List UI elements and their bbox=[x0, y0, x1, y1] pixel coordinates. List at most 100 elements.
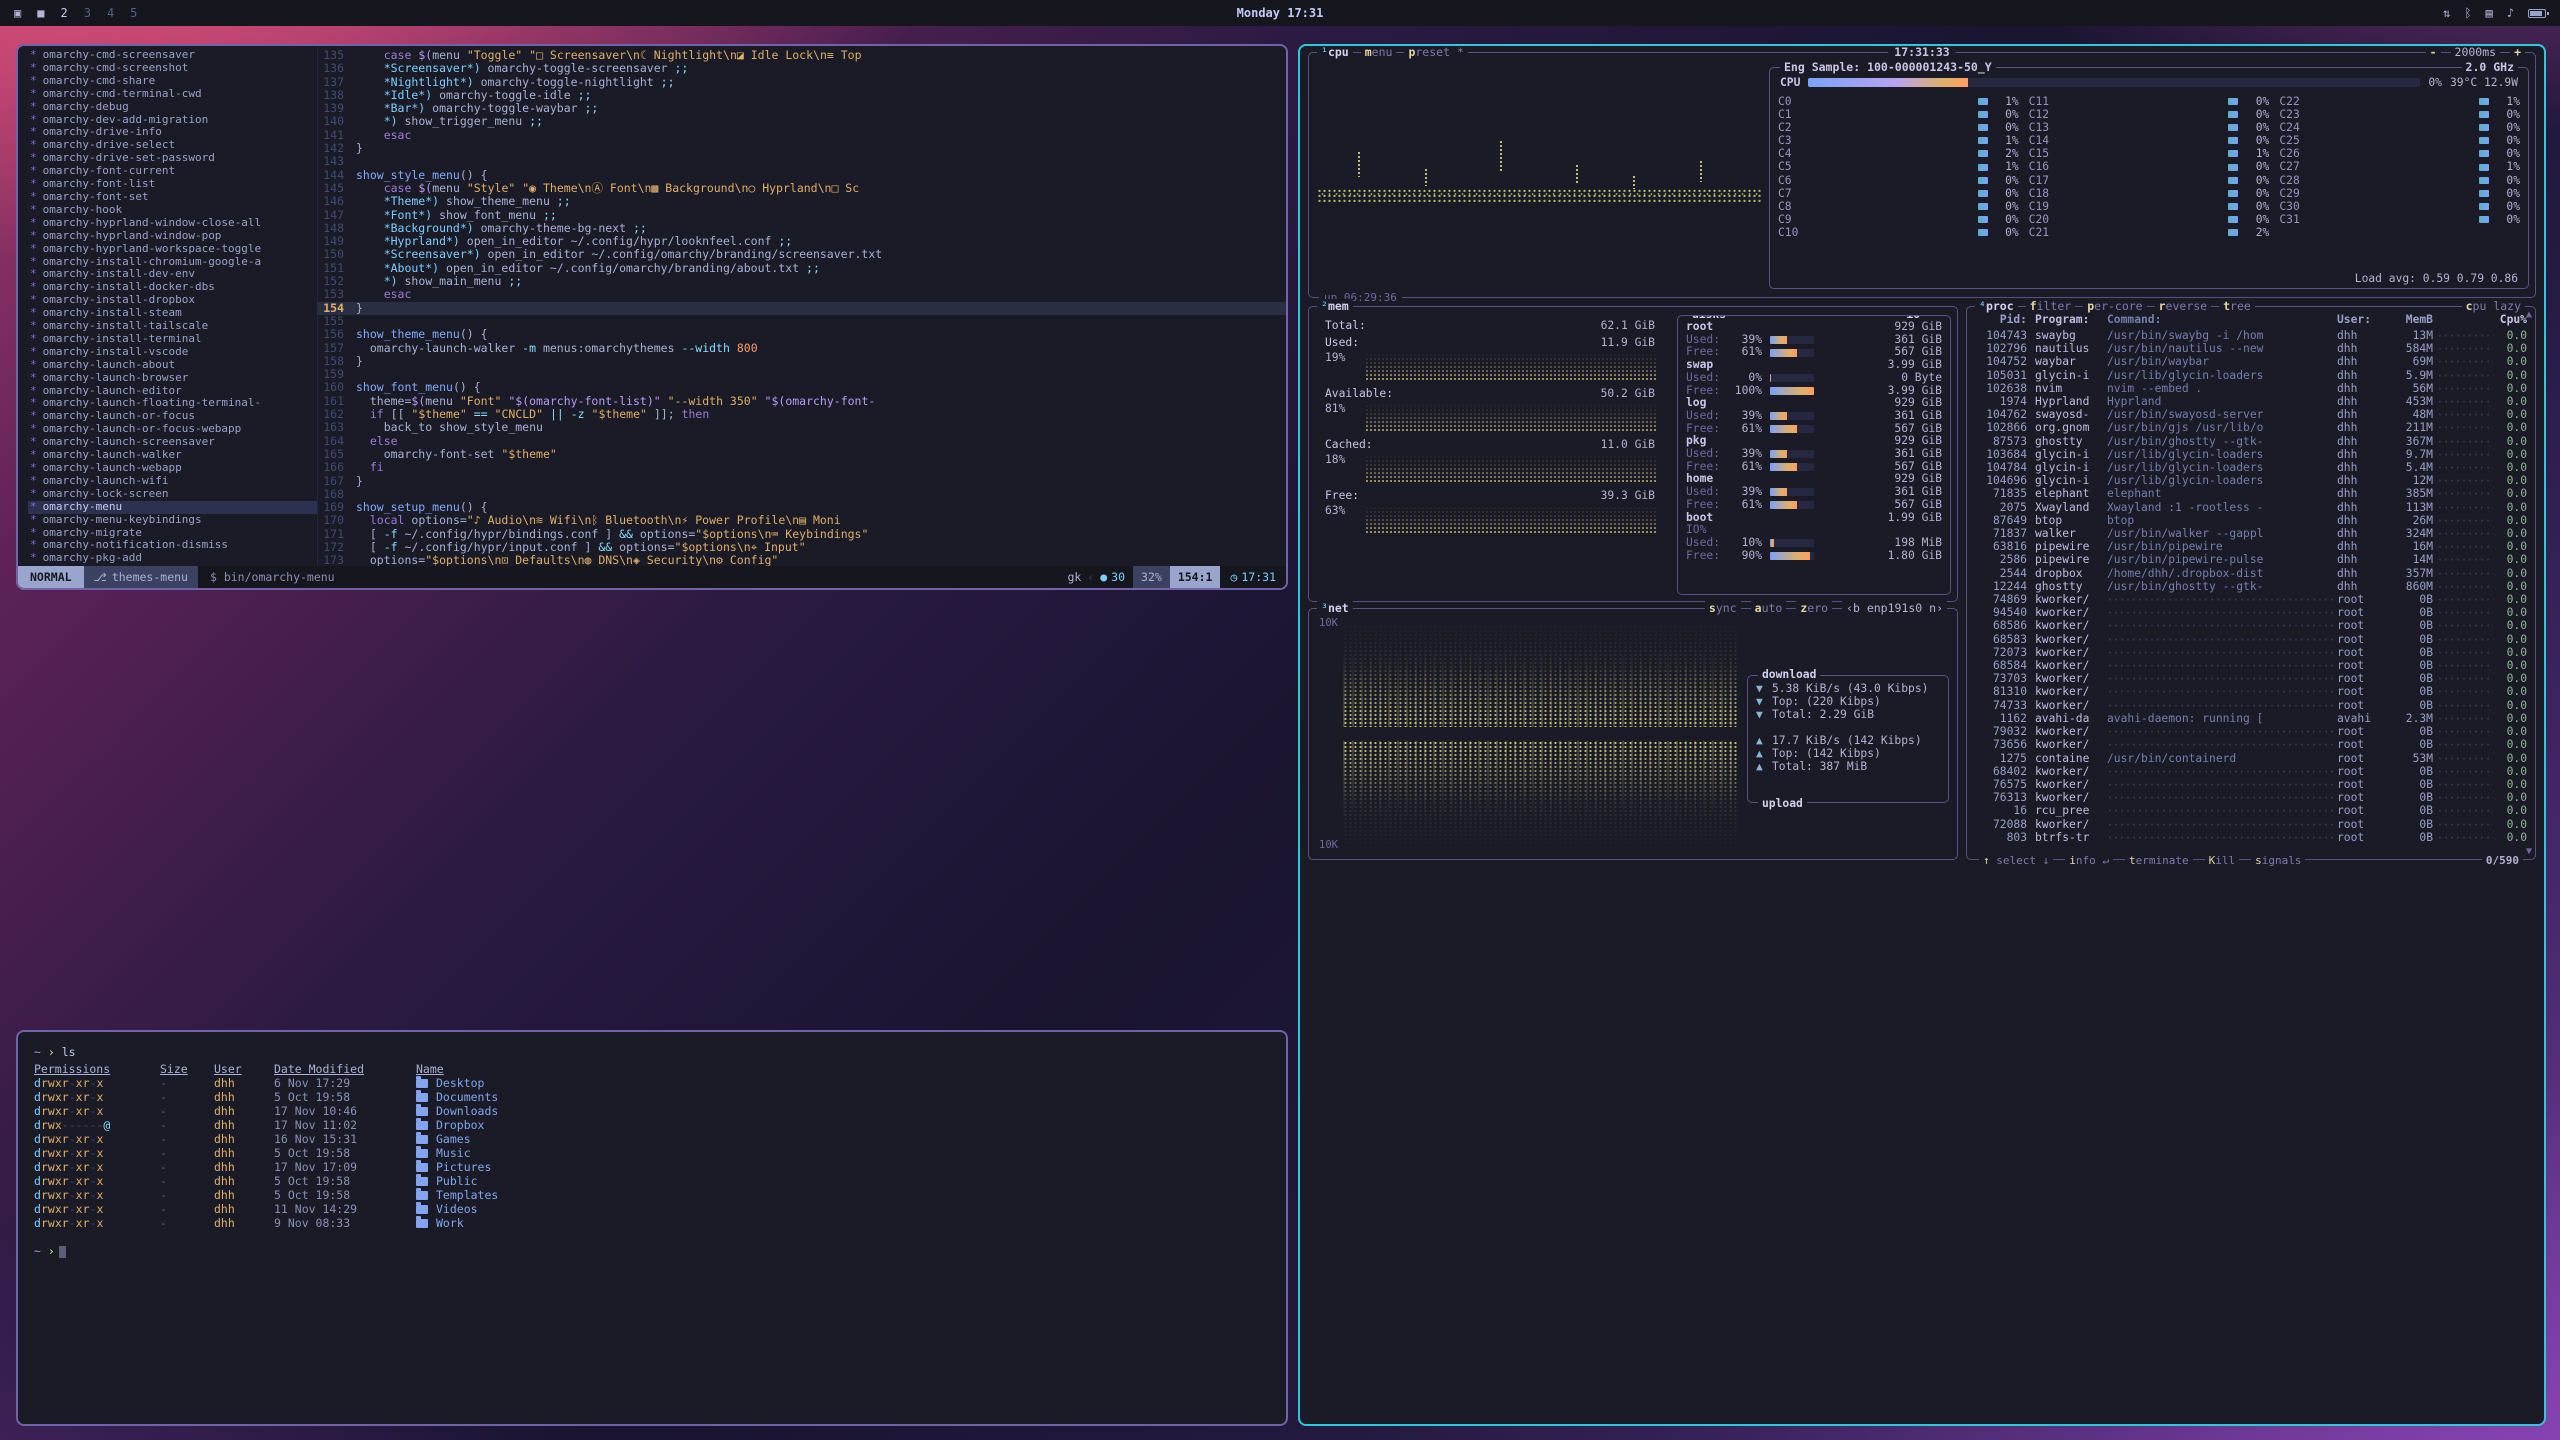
process-row[interactable]: 63816 pipewire /usr/bin/pipewire dhh 16M… bbox=[1975, 540, 2527, 553]
process-row[interactable]: 803 btrfs-tr root 0B 0.0 bbox=[1975, 831, 2527, 844]
code-line[interactable]: 161 theme=$(menu "Font" "$(omarchy-font-… bbox=[318, 395, 1286, 408]
keybind-hint[interactable]: terminate bbox=[2125, 854, 2193, 867]
net-auto-button[interactable]: auto bbox=[1751, 601, 1787, 615]
code-line[interactable]: 137 *Nightlight*) omarchy-toggle-nightli… bbox=[318, 76, 1286, 89]
keybind-hint[interactable]: signals bbox=[2251, 854, 2305, 867]
process-row[interactable]: 104762 swayosd- /usr/bin/swayosd-server … bbox=[1975, 408, 2527, 421]
process-row[interactable]: 74869 kworker/ root 0B 0.0 bbox=[1975, 593, 2527, 606]
process-row[interactable]: 104696 glycin-i /usr/lib/glycin-loaders … bbox=[1975, 474, 2527, 487]
sort-selector[interactable]: cpu lazy bbox=[2462, 299, 2525, 313]
process-row[interactable]: 68583 kworker/ root 0B 0.0 bbox=[1975, 633, 2527, 646]
disk-name-row[interactable]: swap3.99 GiB bbox=[1686, 359, 1942, 372]
bluetooth-icon[interactable]: ᛒ bbox=[2464, 6, 2471, 20]
code-line[interactable]: 172 [ -f ~/.config/hypr/input.conf ] && … bbox=[318, 541, 1286, 554]
cpu-header[interactable]: Cpu% bbox=[2497, 313, 2527, 326]
network-icon[interactable]: ⇅ bbox=[2443, 6, 2450, 20]
code-line[interactable]: 139 *Bar*) omarchy-toggle-waybar ;; bbox=[318, 102, 1286, 115]
process-row[interactable]: 76313 kworker/ root 0B 0.0 bbox=[1975, 791, 2527, 804]
process-row[interactable]: 1275 containe /usr/bin/containerd root 5… bbox=[1975, 752, 2527, 765]
process-row[interactable]: 73656 kworker/ root 0B 0.0 bbox=[1975, 738, 2527, 751]
workspace-number[interactable]: 3 bbox=[84, 6, 91, 20]
keybind-hint[interactable]: Kill bbox=[2205, 854, 2240, 867]
process-row[interactable]: 72073 kworker/ root 0B 0.0 bbox=[1975, 646, 2527, 659]
menu-button[interactable]: menu bbox=[1361, 45, 1397, 59]
process-row[interactable]: 71835 elephant elephant dhh 385M 0.0 bbox=[1975, 487, 2527, 500]
code-line[interactable]: 158} bbox=[318, 355, 1286, 368]
battery-icon[interactable] bbox=[2528, 9, 2546, 18]
keybind-hint[interactable]: info ↵ bbox=[2065, 854, 2113, 867]
code-line[interactable]: 147 *Font*) show_font_menu ;; bbox=[318, 209, 1286, 222]
process-row[interactable]: 2544 dropbox /home/dhh/.dropbox-dist dhh… bbox=[1975, 567, 2527, 580]
code-line[interactable]: 141 esac bbox=[318, 129, 1286, 142]
code-line[interactable]: 163 back_to show_style_menu bbox=[318, 421, 1286, 434]
code-editor-pane[interactable]: 135 case $(menu "Toggle" "□ Screensaver\… bbox=[318, 46, 1286, 566]
preset-button[interactable]: preset * bbox=[1404, 45, 1467, 59]
scroll-up-icon[interactable]: ▲ bbox=[2526, 309, 2532, 320]
code-line[interactable]: 168 bbox=[318, 488, 1286, 501]
code-line[interactable]: 160show_font_menu() { bbox=[318, 381, 1286, 394]
code-line[interactable]: 167} bbox=[318, 475, 1286, 488]
disk-name-row[interactable]: root929 GiB bbox=[1686, 321, 1942, 334]
process-row[interactable]: 104784 glycin-i /usr/lib/glycin-loaders … bbox=[1975, 461, 2527, 474]
process-row[interactable]: 12244 ghostty /usr/bin/ghostty --gtk- dh… bbox=[1975, 580, 2527, 593]
process-row[interactable]: 87573 ghostty /usr/bin/ghostty --gtk- dh… bbox=[1975, 435, 2527, 448]
filter-button[interactable]: filter bbox=[2026, 299, 2076, 313]
code-line[interactable]: 153 esac bbox=[318, 288, 1286, 301]
user-header[interactable]: User: bbox=[2337, 313, 2389, 326]
scroll-down-icon[interactable]: ▼ bbox=[2526, 846, 2532, 857]
process-row[interactable]: 104752 waybar /usr/bin/waybar dhh 69M 0.… bbox=[1975, 355, 2527, 368]
process-row[interactable]: 68402 kworker/ root 0B 0.0 bbox=[1975, 765, 2527, 778]
code-line[interactable]: 138 *Idle*) omarchy-toggle-idle ;; bbox=[318, 89, 1286, 102]
process-row[interactable]: 1162 avahi-da avahi-daemon: running [ av… bbox=[1975, 712, 2527, 725]
process-row[interactable]: 102866 org.gnom /usr/bin/gjs /usr/lib/o … bbox=[1975, 421, 2527, 434]
interval-decrease-button[interactable]: - bbox=[2426, 45, 2441, 59]
terminal-window[interactable]: ~ › ls PermissionsSizeUserDate ModifiedN… bbox=[16, 1030, 1288, 1426]
process-row[interactable]: 1974 Hyprland Hyprland dhh 453M 0.0 bbox=[1975, 395, 2527, 408]
net-zero-button[interactable]: zero bbox=[1796, 601, 1832, 615]
disks-title[interactable]: disks bbox=[1688, 315, 1730, 321]
code-line[interactable]: 157 omarchy-launch-walker -m menus:omarc… bbox=[318, 342, 1286, 355]
process-row[interactable]: 105031 glycin-i /usr/lib/glycin-loaders … bbox=[1975, 369, 2527, 382]
process-row[interactable]: 73703 kworker/ root 0B 0.0 bbox=[1975, 672, 2527, 685]
program-header[interactable]: Program: bbox=[2027, 313, 2107, 326]
code-line[interactable]: 136 *Screensaver*) omarchy-toggle-screen… bbox=[318, 62, 1286, 75]
process-row[interactable]: 74733 kworker/ root 0B 0.0 bbox=[1975, 699, 2527, 712]
clock[interactable]: Monday 17:31 bbox=[1237, 6, 1324, 20]
process-row[interactable]: 94540 kworker/ root 0B 0.0 bbox=[1975, 606, 2527, 619]
mem-header[interactable]: MemB bbox=[2389, 313, 2433, 326]
tree-button[interactable]: tree bbox=[2219, 299, 2255, 313]
code-line[interactable]: 155 bbox=[318, 315, 1286, 328]
process-row[interactable]: 103684 glycin-i /usr/lib/glycin-loaders … bbox=[1975, 448, 2527, 461]
code-line[interactable]: 145 case $(menu "Style" "◉ Theme\nⒶ Font… bbox=[318, 182, 1286, 195]
process-row[interactable]: 102638 nvim nvim --embed . dhh 56M 0.0 bbox=[1975, 382, 2527, 395]
code-line[interactable]: 165 omarchy-font-set "$theme" bbox=[318, 448, 1286, 461]
volume-icon[interactable]: ♪ bbox=[2507, 6, 2514, 20]
code-line[interactable]: 146 *Theme*) show_theme_menu ;; bbox=[318, 195, 1286, 208]
code-line[interactable]: 156show_theme_menu() { bbox=[318, 328, 1286, 341]
process-row[interactable]: 2586 pipewire /usr/bin/pipewire-pulse dh… bbox=[1975, 553, 2527, 566]
process-row[interactable]: 87649 btop btop dhh 26M 0.0 bbox=[1975, 514, 2527, 527]
code-line[interactable]: 169show_setup_menu() { bbox=[318, 501, 1286, 514]
process-row[interactable]: 81310 kworker/ root 0B 0.0 bbox=[1975, 685, 2527, 698]
io-title[interactable]: io bbox=[1902, 315, 1924, 321]
process-row[interactable]: 68584 kworker/ root 0B 0.0 bbox=[1975, 659, 2527, 672]
process-row[interactable]: 16 rcu_pree root 0B 0.0 bbox=[1975, 804, 2527, 817]
per-core-button[interactable]: per-core bbox=[2083, 299, 2146, 313]
process-row[interactable]: 79032 kworker/ root 0B 0.0 bbox=[1975, 725, 2527, 738]
command-header[interactable]: Command: bbox=[2107, 313, 2337, 326]
workspace-number[interactable]: 4 bbox=[107, 6, 114, 20]
workspace-app-icon[interactable]: ■ bbox=[37, 6, 44, 20]
code-line[interactable]: 162 if [[ "$theme" == "CNCLD" || -z "$th… bbox=[318, 408, 1286, 421]
interval-increase-button[interactable]: + bbox=[2510, 45, 2525, 59]
pid-header[interactable]: Pid: bbox=[1975, 313, 2027, 326]
process-row[interactable]: 72088 kworker/ root 0B 0.0 bbox=[1975, 818, 2527, 831]
code-line[interactable]: 143 bbox=[318, 155, 1286, 168]
process-row[interactable]: 104743 swaybg /usr/bin/swaybg -i /hom dh… bbox=[1975, 329, 2527, 342]
code-line[interactable]: 166 fi bbox=[318, 461, 1286, 474]
workspace-number[interactable]: 5 bbox=[130, 6, 137, 20]
code-line[interactable]: 144show_style_menu() { bbox=[318, 169, 1286, 182]
process-row[interactable]: 71837 walker /usr/bin/walker --gappl dhh… bbox=[1975, 527, 2527, 540]
code-line[interactable]: 164 else bbox=[318, 435, 1286, 448]
workspace-1-icon[interactable]: ▣ bbox=[14, 6, 21, 20]
process-row[interactable]: 102796 nautilus /usr/bin/nautilus --new … bbox=[1975, 342, 2527, 355]
